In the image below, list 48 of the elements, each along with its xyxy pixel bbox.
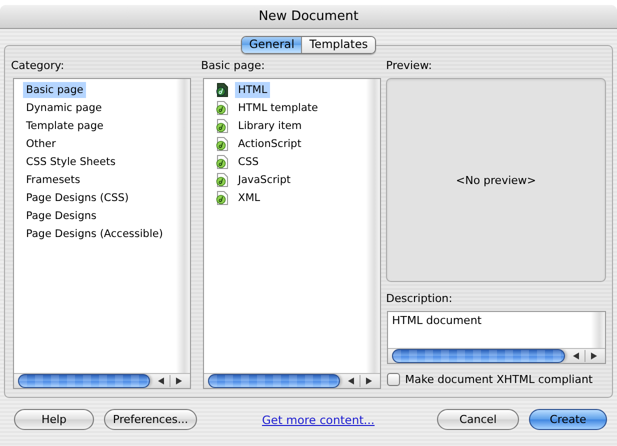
list-item[interactable]: CSS Style Sheets [23,154,119,170]
vertical-scrollbar[interactable] [176,79,190,373]
list-item[interactable]: HTML template [235,100,321,116]
list-item[interactable]: Page Designs (CSS) [23,190,132,206]
document-icon [216,155,228,169]
button[interactable]: Help [14,409,94,430]
tab[interactable]: Templates [301,37,375,53]
field-label: Basic page: [201,59,266,74]
checkbox[interactable] [387,373,400,386]
field-label: Preview: [386,59,433,74]
document-icon [216,83,228,97]
list-item[interactable]: Library item [235,118,305,134]
list-item[interactable]: ActionScript [235,136,304,152]
window-title: New Document [258,9,358,24]
list-item[interactable]: Template page [23,118,106,134]
list-item[interactable]: Page Designs (Accessible) [23,226,166,242]
field-label: Category: [11,59,66,74]
list-item[interactable]: Dynamic page [23,100,105,116]
checkbox-label: Make document XHTML compliant [405,373,593,386]
list-item[interactable]: CSS [235,154,262,170]
create-button[interactable]: Create [529,409,607,430]
document-icon [216,137,228,151]
document-icon [216,101,228,115]
description-field[interactable]: HTML document [388,312,591,329]
list-item[interactable]: Page Designs [23,208,100,224]
tab[interactable]: General [242,37,302,53]
description-box[interactable]: HTML document [387,311,606,364]
vertical-scrollbar[interactable] [591,312,605,348]
field-label: Description: [386,292,454,307]
link[interactable]: Get more content... [262,412,375,426]
horizontal-scrollbar[interactable] [14,373,190,388]
list-item[interactable]: Framesets [23,172,84,188]
button[interactable]: Cancel [437,409,519,430]
horizontal-scrollbar[interactable] [204,373,380,388]
document-icon [216,173,228,187]
list-item[interactable]: Other [23,136,59,152]
list-item[interactable]: Basic page [23,82,86,98]
document-icon [216,191,228,205]
list-box[interactable]: HTML HTML template Library item ActionScript CSS JavaScript XML [203,78,381,389]
document-icon [216,119,228,133]
horizontal-scrollbar[interactable] [388,348,605,363]
list-item[interactable]: HTML [235,82,270,98]
list-box[interactable]: Basic page Dynamic page Template page Other CSS Style Sheets Framesets Page Designs (CSS) Page Designs Page Designs (Accessible) [13,78,191,389]
vertical-scrollbar[interactable] [366,79,380,373]
list-item[interactable]: XML [235,190,264,206]
button[interactable]: Preferences... [104,409,197,430]
list-item[interactable]: JavaScript [235,172,294,188]
preview-text: <No preview> [456,174,536,186]
